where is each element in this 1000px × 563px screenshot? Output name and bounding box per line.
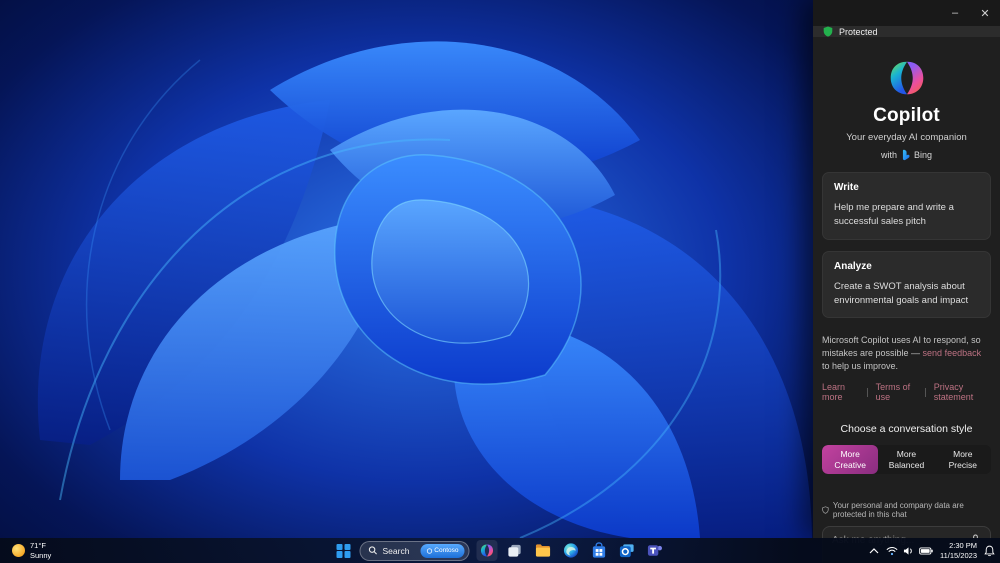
- card-body: Help me prepare and write a successful s…: [834, 202, 954, 228]
- conversation-style-heading: Choose a conversation style: [840, 423, 973, 436]
- outlook-icon: [619, 544, 634, 558]
- copilot-icon: [480, 544, 494, 557]
- search-label: Search: [382, 545, 410, 556]
- tray-date: 11/15/2023: [940, 550, 977, 560]
- conversation-style-switcher: More Creative More Balanced More Precise: [822, 445, 991, 475]
- search-icon: [368, 546, 377, 555]
- shield-outline-icon: [822, 506, 829, 514]
- protected-label: Protected: [839, 26, 878, 37]
- chevron-up-icon: [869, 547, 879, 553]
- sidebar-titlebar: – ✕: [813, 0, 1000, 26]
- legal-links-row: Learn more Terms of use Privacy statemen…: [822, 382, 991, 402]
- microsoft-edge-icon: [563, 543, 579, 558]
- minimize-button[interactable]: –: [940, 0, 970, 26]
- weather-temperature: 71°F: [30, 541, 46, 551]
- disclaimer-text-after: to help us improve.: [822, 361, 899, 372]
- style-option-more-balanced[interactable]: More Balanced: [878, 445, 934, 474]
- quick-settings-button[interactable]: [886, 546, 933, 556]
- copilot-sidebar: – ✕ Protected Copilot Your everyday AI c…: [813, 0, 1000, 563]
- terms-of-use-link[interactable]: Terms of use: [876, 382, 917, 402]
- microsoft-store-icon: [592, 542, 606, 558]
- link-divider: [924, 387, 926, 397]
- data-protection-note: Your personal and company data are prote…: [822, 501, 991, 519]
- clock-widget[interactable]: 2:30 PM 11/15/2023: [940, 541, 977, 561]
- suggestion-card-write[interactable]: Write Help me prepare and write a succes…: [822, 172, 991, 240]
- volume-icon: [903, 546, 912, 555]
- notifications-button[interactable]: [984, 545, 995, 557]
- copilot-tagline: Your everyday AI companion: [846, 132, 967, 143]
- start-button[interactable]: [335, 542, 353, 560]
- taskbar-app-teams[interactable]: [645, 540, 666, 561]
- suggestion-card-analyze[interactable]: Analyze Create a SWOT analysis about env…: [822, 250, 991, 318]
- weather-condition: Sunny: [30, 550, 52, 560]
- copilot-content: Copilot Your everyday AI companion with …: [813, 37, 1000, 563]
- link-divider: [866, 387, 868, 397]
- windows-logo-icon: [336, 543, 351, 558]
- wifi-icon: [886, 546, 898, 555]
- with-bing-row: with Bing: [822, 149, 991, 161]
- desktop: – ✕ Protected Copilot Your everyday AI c…: [0, 0, 1000, 563]
- copilot-logo-icon: [890, 61, 923, 95]
- weather-widget[interactable]: 71°F Sunny: [6, 538, 57, 563]
- card-body: Create a SWOT analysis about environment…: [834, 280, 969, 306]
- privacy-statement-link[interactable]: Privacy statement: [934, 382, 991, 402]
- close-button[interactable]: ✕: [970, 0, 1000, 26]
- taskbar-app-edge[interactable]: [561, 540, 582, 561]
- tray-overflow-chevron[interactable]: [869, 547, 879, 554]
- taskbar-search[interactable]: Search Contoso: [359, 540, 470, 561]
- taskbar-app-outlook[interactable]: [617, 540, 638, 561]
- data-protection-text: Your personal and company data are prote…: [832, 501, 964, 520]
- taskbar-app-task-view[interactable]: [505, 540, 526, 561]
- file-explorer-icon: [535, 544, 551, 557]
- with-label: with: [880, 150, 897, 160]
- bell-icon: [984, 545, 995, 556]
- copilot-title: Copilot: [873, 105, 940, 126]
- taskbar-app-copilot[interactable]: [476, 540, 498, 561]
- card-title: Analyze: [834, 260, 872, 272]
- search-highlight-badge: Contoso: [420, 543, 465, 558]
- microsoft-teams-icon: [647, 545, 662, 556]
- learn-more-link[interactable]: Learn more: [822, 382, 859, 402]
- sunny-weather-icon: [12, 544, 25, 557]
- bloom-artwork: [37, 41, 812, 538]
- send-feedback-link[interactable]: send feedback: [923, 348, 982, 358]
- shield-icon: [823, 26, 833, 37]
- style-option-more-precise[interactable]: More Precise: [935, 445, 991, 474]
- taskbar-app-file-explorer[interactable]: [533, 540, 554, 561]
- taskbar: 71°F Sunny Search Contoso 2:30 PM 11/15/…: [0, 538, 1000, 563]
- style-option-more-creative[interactable]: More Creative: [822, 445, 879, 475]
- bing-label: Bing: [914, 150, 933, 160]
- protected-status-bar: Protected: [813, 26, 1000, 37]
- taskbar-center: Search Contoso: [335, 540, 666, 561]
- battery-icon: [919, 546, 933, 555]
- sparkle-icon: [426, 547, 432, 554]
- ai-disclaimer: Microsoft Copilot uses AI to respond, so…: [822, 334, 991, 373]
- system-tray: 2:30 PM 11/15/2023: [869, 538, 995, 563]
- bing-icon: [902, 149, 910, 161]
- search-badge-label: Contoso: [434, 547, 459, 554]
- task-view-icon: [508, 544, 521, 557]
- taskbar-app-store[interactable]: [589, 540, 610, 561]
- tray-time: 2:30 PM: [949, 540, 977, 550]
- card-title: Write: [834, 182, 859, 193]
- copilot-hero: Copilot Your everyday AI companion with …: [822, 55, 991, 161]
